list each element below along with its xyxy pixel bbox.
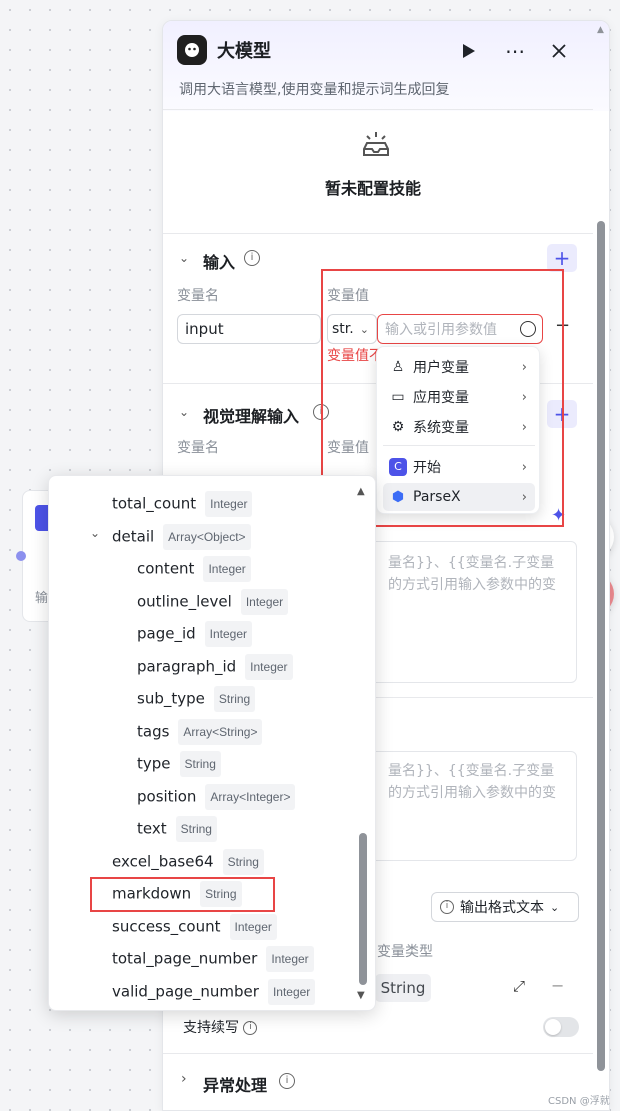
continue-toggle[interactable] <box>543 1017 579 1037</box>
llm-logo-icon <box>177 35 207 65</box>
input-var-name-field[interactable]: input <box>177 314 321 344</box>
play-icon <box>463 44 475 58</box>
output-type-badge: String <box>375 974 431 1002</box>
tree-item-label: page_id <box>137 624 196 643</box>
plus-icon: + <box>553 246 571 270</box>
tree-item[interactable]: text String <box>137 816 217 842</box>
remove-output-button[interactable]: − <box>551 976 564 995</box>
type-tag: Integer <box>205 491 253 517</box>
tree-item-label: excel_base64 <box>112 852 214 870</box>
type-tag: Integer <box>266 946 314 972</box>
tree-item[interactable]: page_id Integer <box>137 621 253 647</box>
tree-item[interactable]: ⌄ detail Array<Object> <box>90 523 251 550</box>
tree-item-label: total_count <box>112 494 197 513</box>
tree-item-label: outline_level <box>137 592 232 610</box>
tree-item[interactable]: sub_type String <box>137 686 256 712</box>
tree-item[interactable]: excel_base64 String <box>112 848 264 875</box>
output-format-select[interactable]: i 输出格式文本 ⌄ <box>431 892 579 922</box>
info-icon: i <box>279 1073 295 1089</box>
empty-box-icon <box>359 127 393 161</box>
tree-item-label: sub_type <box>137 689 205 708</box>
tree-item-label: valid_page_number <box>112 982 259 1000</box>
prompt-hint-3: 量名}}、{{变量名.子变量 <box>388 763 555 779</box>
visual-collapse-icon[interactable]: ⌄ <box>179 405 189 419</box>
type-tag: Integer <box>204 621 253 647</box>
add-input-button[interactable]: + <box>547 244 577 272</box>
type-tag: Integer <box>203 556 251 582</box>
close-button[interactable] <box>547 39 571 63</box>
var-name-text: input <box>185 320 224 338</box>
output-format-label: 输出格式文本 <box>460 900 544 916</box>
exception-collapse-icon[interactable]: › <box>181 1071 187 1087</box>
tree-item[interactable]: tags Array<String> <box>137 718 263 745</box>
info-icon: i <box>244 250 260 266</box>
tree-item[interactable]: total_count Integer <box>112 491 253 517</box>
type-tag: Integer <box>245 653 293 680</box>
scroll-down-arrow[interactable]: ▼ <box>357 990 365 1001</box>
scroll-up-arrow[interactable]: ▲ <box>597 25 604 35</box>
type-tag: Integer <box>240 588 289 615</box>
tree-item-label: content <box>137 559 195 578</box>
visual-col-name: 变量名 <box>177 440 219 456</box>
info-icon: i <box>243 1021 258 1035</box>
tree-item[interactable]: type String <box>137 751 221 777</box>
tree-item[interactable]: paragraph_id Integer <box>137 653 293 680</box>
tree-item[interactable]: success_count Integer <box>112 913 277 940</box>
type-tag: String <box>222 848 264 875</box>
prompt-hint-2: 的方式引用输入参数中的变 <box>388 577 556 593</box>
prompt-hint-1: 量名}}、{{变量名.子变量 <box>388 555 555 571</box>
output-type-text: String <box>380 979 426 997</box>
type-tag: Integer <box>229 913 277 940</box>
markdown-highlight-box <box>90 877 275 912</box>
chevron-down-icon[interactable]: ⌄ <box>90 521 100 545</box>
tree-item[interactable]: outline_level Integer <box>137 588 289 615</box>
input-section-title: 输入 <box>203 253 236 272</box>
tree-item-label: total_page_number <box>112 949 258 968</box>
prompt-hint-4: 的方式引用输入参数中的变 <box>388 785 556 801</box>
info-icon: i <box>440 900 454 914</box>
type-tag: Integer <box>267 978 316 1005</box>
run-button[interactable] <box>457 39 481 63</box>
type-tag: String <box>175 816 217 842</box>
tree-item-label: paragraph_id <box>137 657 237 675</box>
tree-item-label: tags <box>137 722 170 740</box>
tree-item[interactable]: valid_page_number Integer <box>112 978 316 1005</box>
tree-item-label: text <box>137 819 167 838</box>
tree-item-label: detail <box>112 527 155 545</box>
node-label: 输 <box>35 591 49 606</box>
watermark: CSDN @浮就 <box>548 1096 610 1107</box>
exception-section-title: 异常处理 <box>203 1076 268 1095</box>
tree-item[interactable]: total_page_number Integer <box>112 946 314 972</box>
tree-item[interactable]: content Integer <box>137 556 251 582</box>
more-icon: ⋯ <box>505 39 525 63</box>
tree-item-label: position <box>137 787 197 805</box>
panel-description: 调用大语言模型,使用变量和提示词生成回复 <box>179 82 450 98</box>
type-tag: Array<String> <box>178 718 263 745</box>
output-variable-tree: ▲ ▼ total_count Integer ⌄ detail Array<Objec… <box>48 475 376 1011</box>
close-icon <box>552 44 566 58</box>
type-tag: String <box>213 686 256 712</box>
no-skill-text: 暂未配置技能 <box>325 179 422 198</box>
node-port[interactable] <box>16 551 26 561</box>
scroll-up-arrow[interactable]: ▲ <box>357 486 365 497</box>
input-collapse-icon[interactable]: ⌄ <box>179 251 189 265</box>
tree-item[interactable]: position Array<Integer> <box>137 783 296 810</box>
expand-icon[interactable]: ⤢ <box>513 977 525 995</box>
visual-section-title: 视觉理解输入 <box>203 407 300 426</box>
output-col-type: 变量类型 <box>377 944 433 960</box>
type-tag: String <box>179 751 221 777</box>
input-col-name: 变量名 <box>177 288 219 304</box>
more-button[interactable]: ⋯ <box>501 39 529 63</box>
tree-scrollbar[interactable] <box>359 833 367 985</box>
panel-scrollbar[interactable] <box>597 221 605 1071</box>
type-tag: Array<Integer> <box>205 783 296 810</box>
panel-title: 大模型 <box>217 41 271 62</box>
continue-label: 支持续写 i <box>183 1017 258 1037</box>
chevron-down-icon: ⌄ <box>550 900 560 914</box>
tree-item-label: type <box>137 754 171 773</box>
type-tag: Array<Object> <box>163 523 251 550</box>
tree-item-label: success_count <box>112 917 221 935</box>
